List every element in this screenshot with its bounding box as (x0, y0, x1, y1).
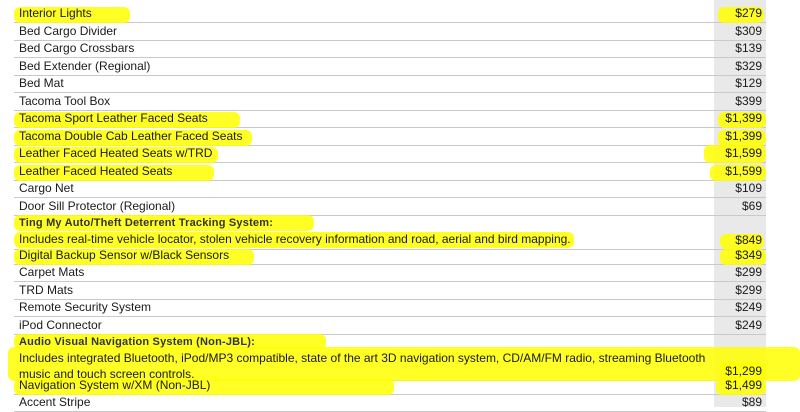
price-row: Digital Backup Sensor w/Black Sensors $34… (14, 247, 766, 265)
item-price: $1,599 (725, 164, 762, 178)
price-row: Cargo Net $109 (14, 180, 766, 198)
price-row: Leather Faced Heated Seats $1,599 (14, 163, 766, 181)
price-row: Bed Cargo Divider $309 (14, 23, 766, 41)
item-price: $1,299 (725, 364, 762, 378)
price-row: Tacoma Sport Leather Faced Seats $1,399 (14, 110, 766, 128)
item-name: Remote Security System (19, 300, 152, 314)
item-heading: Audio Visual Navigation System (Non-JBL)… (19, 336, 255, 348)
item-name: Tacoma Double Cab Leather Faced Seats (19, 129, 243, 143)
item-price: $109 (735, 181, 762, 195)
item-price: $1,599 (725, 146, 762, 160)
item-price: $129 (735, 76, 762, 90)
item-name: Cargo Net (19, 181, 74, 195)
item-price: $249 (735, 318, 762, 332)
price-row: Leather Faced Heated Seats w/TRD $1,599 (14, 145, 766, 163)
item-price: $1,399 (725, 129, 762, 143)
item-price: $329 (735, 59, 762, 73)
item-name: Audio Visual Navigation System (Non-JBL)… (19, 334, 706, 382)
item-price: $849 (735, 233, 762, 247)
price-row: Carpet Mats $299 (14, 264, 766, 282)
price-row: Tacoma Double Cab Leather Faced Seats $1,… (14, 128, 766, 146)
item-price: $1,399 (725, 111, 762, 125)
price-row: Tacoma Tool Box $399 (14, 93, 766, 111)
item-price: $299 (735, 283, 762, 297)
item-price: $279 (735, 6, 762, 20)
price-row: Navigation System w/XM (Non-JBL) $1,499 (14, 377, 766, 395)
price-row: iPod Connector $249 (14, 317, 766, 335)
item-name: Tacoma Sport Leather Faced Seats (19, 111, 208, 125)
item-price: $249 (735, 300, 762, 314)
item-name: Tacoma Tool Box (19, 94, 111, 108)
price-row: Interior Lights $279 (14, 5, 766, 23)
item-price: $139 (735, 41, 762, 55)
item-name: iPod Connector (19, 318, 102, 332)
item-price: $69 (741, 199, 762, 213)
item-name: Leather Faced Heated Seats w/TRD (19, 146, 213, 160)
item-description: Includes real-time vehicle locator, stol… (19, 232, 571, 246)
price-row: Ting My Auto/Theft Deterrent Tracking Sy… (14, 215, 766, 250)
item-name: Interior Lights (19, 6, 92, 20)
item-name: Bed Cargo Crossbars (19, 41, 135, 55)
price-row: Door Sill Protector (Regional) $69 (14, 198, 766, 216)
price-row: Bed Extender (Regional) $329 (14, 58, 766, 76)
item-price: $399 (735, 94, 762, 108)
item-heading: Ting My Auto/Theft Deterrent Tracking Sy… (19, 217, 274, 229)
price-row: Bed Cargo Crossbars $139 (14, 40, 766, 58)
price-row: Remote Security System $249 (14, 299, 766, 317)
item-name: Bed Extender (Regional) (19, 59, 151, 73)
item-name: Bed Cargo Divider (19, 24, 118, 38)
price-list-sheet: Interior Lights $279 Bed Cargo Divider $309… (0, 0, 800, 412)
item-name: TRD Mats (19, 283, 73, 297)
price-row: Bed Mat $129 (14, 75, 766, 93)
item-price: $1,499 (725, 378, 762, 392)
item-name: Carpet Mats (19, 265, 85, 279)
item-price: $299 (735, 265, 762, 279)
item-name: Door Sill Protector (Regional) (19, 199, 176, 213)
item-name: Accent Stripe (19, 395, 91, 409)
item-name: Navigation System w/XM (Non-JBL) (19, 378, 211, 392)
item-name: Digital Backup Sensor w/Black Sensors (19, 248, 230, 262)
item-price: $349 (735, 248, 762, 262)
item-name: Bed Mat (19, 76, 64, 90)
price-row: TRD Mats $299 (14, 282, 766, 300)
price-row: Audio Visual Navigation System (Non-JBL)… (8, 334, 800, 382)
item-name: Ting My Auto/Theft Deterrent Tracking Sy… (19, 215, 706, 247)
price-row: Accent Stripe $89 (14, 394, 766, 412)
item-name: Leather Faced Heated Seats (19, 164, 173, 178)
item-price: $309 (735, 24, 762, 38)
